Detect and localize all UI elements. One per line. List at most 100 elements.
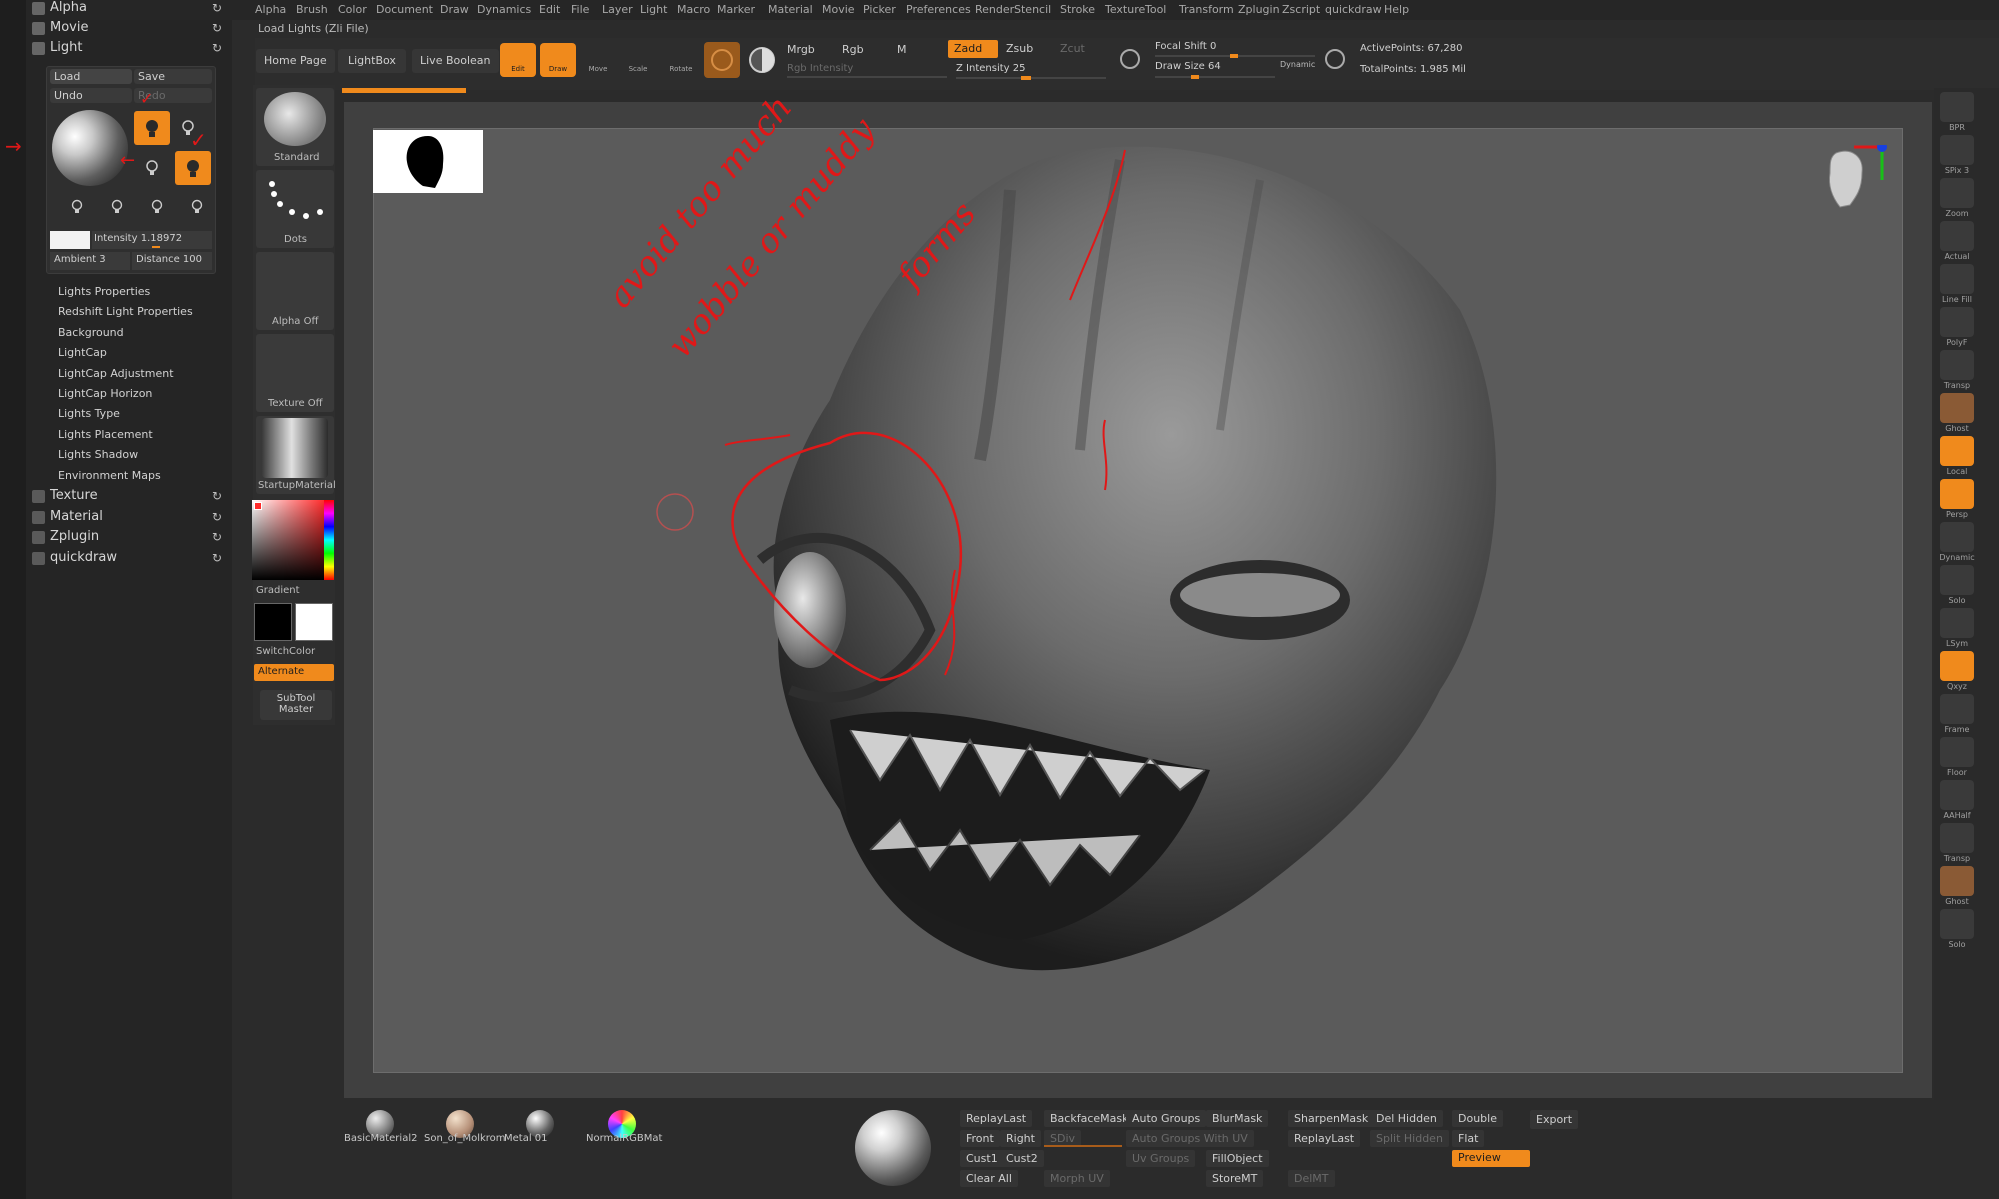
draw-size-track[interactable] xyxy=(1155,75,1275,79)
focal-shift-slider[interactable]: Focal Shift 0 xyxy=(1155,41,1216,52)
right-shelf-ghost-button[interactable] xyxy=(1940,866,1974,896)
subpalette-redshift-light-properties[interactable]: Redshift Light Properties xyxy=(58,305,193,318)
sphere-icon[interactable] xyxy=(746,44,778,79)
right-shelf-dynamic-button[interactable] xyxy=(1940,522,1974,552)
z-intensity-track[interactable] xyxy=(956,76,1106,80)
bottom-replaylast-button[interactable]: ReplayLast xyxy=(960,1110,1033,1127)
subpalette-lights-placement[interactable]: Lights Placement xyxy=(58,428,153,441)
menu-layer[interactable]: Layer xyxy=(602,3,633,16)
intensity-slider[interactable]: Intensity 1.18972 xyxy=(92,231,212,249)
menu-zscript[interactable]: Zscript xyxy=(1282,3,1320,16)
bottom-front-button[interactable]: Front xyxy=(960,1130,1000,1147)
palette-quickdraw[interactable]: quickdraw xyxy=(50,550,117,565)
right-shelf-persp-button[interactable] xyxy=(1940,479,1974,509)
bottom-storemt-button[interactable]: StoreMT xyxy=(1206,1170,1264,1187)
palette-texture[interactable]: Texture xyxy=(50,488,98,503)
right-shelf-transp-button[interactable] xyxy=(1940,823,1974,853)
secondary-color-swatch[interactable] xyxy=(295,603,333,641)
light-bulb-icon[interactable] xyxy=(188,198,206,219)
refresh-icon[interactable]: ↻ xyxy=(212,530,222,544)
rgb-button[interactable]: Rgb xyxy=(842,43,864,56)
menu-zplugin[interactable]: Zplugin xyxy=(1238,3,1280,16)
current-material-sphere[interactable] xyxy=(855,1110,931,1186)
focal-shift-icon[interactable] xyxy=(1117,46,1143,75)
primary-color-swatch[interactable] xyxy=(254,603,292,641)
rgb-intensity-track[interactable] xyxy=(787,76,947,78)
right-shelf-solo-button[interactable] xyxy=(1940,565,1974,595)
bottom-double-button[interactable]: Double xyxy=(1452,1110,1503,1127)
hue-strip[interactable] xyxy=(324,500,334,580)
bottom-replaylast-button[interactable]: ReplayLast xyxy=(1288,1130,1361,1147)
bottom-del-hidden-button[interactable]: Del Hidden xyxy=(1370,1110,1443,1127)
zadd-button[interactable]: Zadd xyxy=(948,40,998,58)
ambient-slider[interactable]: Ambient 3 xyxy=(50,252,130,270)
zsub-button[interactable]: Zsub xyxy=(1006,42,1033,55)
menu-brush[interactable]: Brush xyxy=(296,3,328,16)
navigation-gizmo[interactable] xyxy=(1812,142,1887,235)
palette-zplugin[interactable]: Zplugin xyxy=(50,529,99,544)
bottom-clear-all-button[interactable]: Clear All xyxy=(960,1170,1018,1187)
light-slot-2-active[interactable] xyxy=(175,151,211,185)
subpalette-environment-maps[interactable]: Environment Maps xyxy=(58,469,161,482)
live-boolean-button[interactable]: Live Boolean xyxy=(412,49,499,73)
palette-material[interactable]: Material xyxy=(50,509,103,524)
refresh-icon[interactable]: ↻ xyxy=(212,489,222,503)
load-button[interactable]: Load xyxy=(50,69,132,84)
draw-size-thumb[interactable] xyxy=(1191,75,1199,79)
right-shelf-ghost-button[interactable] xyxy=(1940,393,1974,423)
undo-button[interactable]: Undo xyxy=(50,88,132,103)
right-shelf-actual-button[interactable] xyxy=(1940,221,1974,251)
subpalette-background[interactable]: Background xyxy=(58,326,124,339)
right-shelf-zoom-button[interactable] xyxy=(1940,178,1974,208)
right-shelf-aahalf-button[interactable] xyxy=(1940,780,1974,810)
alternate-button[interactable]: Alternate xyxy=(254,664,334,681)
alpha-selector[interactable]: Alpha Off xyxy=(256,252,334,330)
lightbox-button[interactable]: LightBox xyxy=(338,49,406,73)
bottom-auto-groups-with-uv-button[interactable]: Auto Groups With UV xyxy=(1126,1130,1254,1147)
right-shelf-qxyz-button[interactable] xyxy=(1940,651,1974,681)
preview-button[interactable]: Preview xyxy=(1452,1150,1530,1167)
palette-alpha[interactable]: Alpha xyxy=(50,0,87,15)
draw-size-slider[interactable]: Draw Size 64 xyxy=(1155,61,1221,72)
dynamic-toggle[interactable]: Dynamic xyxy=(1280,60,1315,69)
menu-stroke[interactable]: Stroke xyxy=(1060,3,1095,16)
refresh-icon[interactable]: ↻ xyxy=(212,510,222,524)
refresh-icon[interactable]: ↻ xyxy=(212,551,222,565)
subpalette-lights-properties[interactable]: Lights Properties xyxy=(58,285,150,298)
color-picker[interactable] xyxy=(252,500,334,580)
subpalette-lights-shadow[interactable]: Lights Shadow xyxy=(58,448,138,461)
menu-macro[interactable]: Macro xyxy=(677,3,710,16)
zcut-button[interactable]: Zcut xyxy=(1060,42,1085,55)
menu-quickdraw[interactable]: quickdraw xyxy=(1325,3,1382,16)
export-button[interactable]: Export xyxy=(1530,1110,1579,1129)
brush-selector[interactable]: Standard xyxy=(256,88,334,166)
bottom-cust2-button[interactable]: Cust2 xyxy=(1000,1150,1044,1167)
menu-document[interactable]: Document xyxy=(376,3,433,16)
bottom-auto-groups-button[interactable]: Auto Groups xyxy=(1126,1110,1207,1127)
right-shelf-bpr-button[interactable] xyxy=(1940,92,1974,122)
light-bulb-icon[interactable] xyxy=(148,198,166,219)
color-picker-cursor[interactable] xyxy=(254,502,262,510)
menu-render[interactable]: Render xyxy=(975,3,1014,16)
menu-picker[interactable]: Picker xyxy=(863,3,896,16)
light-bulb-icon[interactable] xyxy=(142,158,162,181)
bottom-fillobject-button[interactable]: FillObject xyxy=(1206,1150,1269,1167)
refresh-icon[interactable]: ↻ xyxy=(212,1,222,15)
light-bulb-icon[interactable] xyxy=(68,198,86,219)
menu-tool[interactable]: Tool xyxy=(1145,3,1166,16)
menu-material[interactable]: Material xyxy=(768,3,813,16)
menu-alpha[interactable]: Alpha xyxy=(255,3,286,16)
right-shelf-transp-button[interactable] xyxy=(1940,350,1974,380)
intensity-slider-thumb[interactable] xyxy=(152,246,160,248)
focal-shift-thumb[interactable] xyxy=(1230,54,1238,58)
switch-color-label[interactable]: SwitchColor xyxy=(256,646,315,657)
bottom-split-hidden-button[interactable]: Split Hidden xyxy=(1370,1130,1449,1147)
bottom-uv-groups-button[interactable]: Uv Groups xyxy=(1126,1150,1196,1167)
right-shelf-local-button[interactable] xyxy=(1940,436,1974,466)
menu-dynamics[interactable]: Dynamics xyxy=(477,3,531,16)
palette-light[interactable]: Light xyxy=(50,40,82,55)
menu-texture[interactable]: Texture xyxy=(1105,3,1145,16)
menu-transform[interactable]: Transform xyxy=(1179,3,1234,16)
right-shelf-floor-button[interactable] xyxy=(1940,737,1974,767)
right-shelf-lsym-button[interactable] xyxy=(1940,608,1974,638)
